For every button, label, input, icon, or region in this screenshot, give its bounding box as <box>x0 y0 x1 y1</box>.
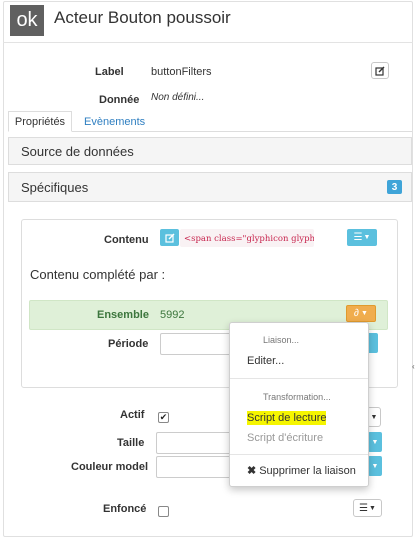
caret-down-icon: ▼ <box>370 413 378 421</box>
taille-label: Taille <box>117 437 145 449</box>
supprimer-text: Supprimer la liaison <box>259 464 356 477</box>
binding-dropdown-menu: Liaison... Editer... Transformation... S… <box>229 322 369 487</box>
check-icon: ✔ <box>159 412 168 422</box>
actif-checkbox[interactable]: ✔ <box>158 412 169 423</box>
label-field-label: Label <box>95 66 124 78</box>
caret-down-icon: ▼ <box>371 462 379 470</box>
menu-item-script-lecture[interactable]: Script de lecture <box>247 411 327 425</box>
donnee-field-label: Donnée <box>99 94 140 106</box>
close-icon: ✖ <box>247 465 257 477</box>
section-specifiques[interactable]: Spécifiques <box>8 172 412 202</box>
contenu-options-dropdown[interactable]: ☰ ▼ <box>347 229 377 246</box>
label-field-value[interactable]: buttonFilters <box>151 66 212 78</box>
contenu-code-field[interactable]: <span class="glyphicon glyphi... <box>180 229 314 247</box>
script-lecture-text: Script de lecture <box>247 411 327 425</box>
edge-mark: ‹ <box>412 362 415 371</box>
menu-item-script-ecriture[interactable]: Script d'écriture <box>247 432 323 444</box>
caret-down-icon: ▼ <box>363 234 371 241</box>
enfonce-options-button[interactable]: ☰ ▼ <box>353 499 382 517</box>
couleur-dropdown-partial[interactable]: ▼ <box>368 456 382 476</box>
section-specifiques-title: Spécifiques <box>21 179 89 195</box>
section-source[interactable]: Source de données <box>8 137 412 165</box>
edit-label-button[interactable] <box>371 62 389 79</box>
menu-divider <box>230 378 368 379</box>
edit-icon <box>375 66 385 76</box>
contenu-label: Contenu <box>104 234 149 246</box>
tab-evenements[interactable]: Evènements <box>84 116 145 128</box>
couleur-input[interactable] <box>156 456 232 478</box>
taille-dropdown-partial[interactable]: ▼ <box>368 432 382 452</box>
contenu-code-text: <span class="glyphicon glyphi... <box>184 234 314 244</box>
menu-item-editer[interactable]: Editer... <box>247 355 284 367</box>
menu-header-liaison: Liaison... <box>263 335 300 345</box>
caret-down-icon: ▼ <box>369 504 376 512</box>
tab-proprietes[interactable]: Propriétés <box>8 111 72 132</box>
specifiques-count-badge: 3 <box>387 180 402 194</box>
list-icon: ☰ <box>353 232 363 243</box>
ensemble-label: Ensemble <box>97 309 149 321</box>
periode-input[interactable] <box>160 333 236 355</box>
taille-input[interactable] <box>156 432 232 454</box>
actif-options-partial[interactable]: ▼ <box>367 407 381 427</box>
list-icon: ☰ <box>359 502 369 514</box>
couleur-label: Couleur model <box>71 461 149 473</box>
ok-badge: ok <box>10 5 44 36</box>
header-divider <box>3 42 413 43</box>
enfonce-label: Enfoncé <box>103 503 147 515</box>
donnee-field-value[interactable]: Non défini... <box>151 92 204 103</box>
periode-label: Période <box>108 338 149 350</box>
ensemble-value: 5992 <box>160 309 185 321</box>
menu-header-transformation: Transformation... <box>263 392 331 402</box>
edit-contenu-button[interactable] <box>160 229 179 246</box>
caret-down-icon: ▼ <box>361 310 368 317</box>
contenu-complete-label: Contenu complété par : <box>30 267 166 282</box>
actif-label: Actif <box>120 409 145 421</box>
edit-icon <box>164 233 174 243</box>
page-title: Acteur Bouton poussoir <box>54 8 231 27</box>
binding-options-button[interactable]: ∂ ▼ <box>346 305 376 322</box>
caret-down-icon: ▼ <box>371 438 379 446</box>
menu-item-supprimer[interactable]: ✖ Supprimer la liaison <box>247 464 356 478</box>
menu-divider <box>230 454 368 455</box>
link-icon: ∂ <box>354 308 359 319</box>
enfonce-checkbox[interactable] <box>158 506 169 517</box>
section-source-title: Source de données <box>21 143 134 159</box>
